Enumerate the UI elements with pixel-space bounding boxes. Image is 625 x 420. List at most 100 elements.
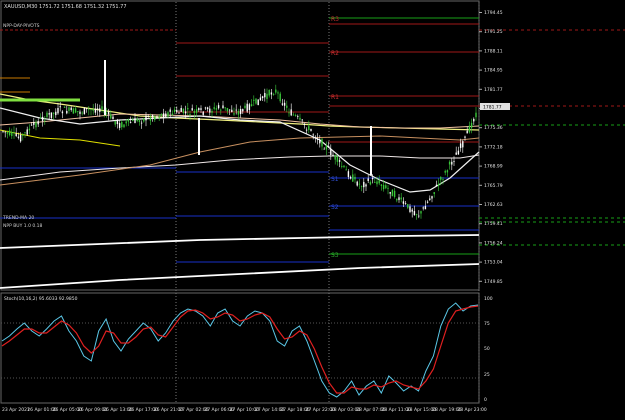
candle-body xyxy=(231,109,233,112)
candle-body xyxy=(209,108,211,113)
candle-body xyxy=(400,197,402,200)
candle-body xyxy=(182,108,185,113)
candle-body xyxy=(288,112,290,114)
candle-body xyxy=(349,176,352,179)
candle-body xyxy=(354,176,356,180)
candle-body xyxy=(418,215,420,217)
candle-body xyxy=(242,109,244,112)
candle-body xyxy=(211,110,213,113)
price-tick-label: 1794.45 xyxy=(484,10,503,16)
candle-body xyxy=(30,124,33,126)
candle-body xyxy=(215,108,218,110)
candle-body xyxy=(107,111,110,115)
candle-body xyxy=(459,143,462,148)
candle-body xyxy=(279,93,281,102)
candle-body xyxy=(358,183,361,185)
candle-body xyxy=(96,108,99,111)
candle-body xyxy=(336,156,339,162)
candle-body xyxy=(217,105,220,109)
candle-body xyxy=(369,182,372,185)
candle-body xyxy=(6,132,9,134)
candle-body xyxy=(147,116,149,117)
pivot-levels xyxy=(0,17,625,263)
candle-body xyxy=(415,214,418,215)
candle-body xyxy=(409,206,411,213)
candle-body xyxy=(371,177,374,180)
candle-body xyxy=(145,115,147,121)
candle-body xyxy=(13,132,15,134)
candle-body xyxy=(191,108,193,111)
price-tick-label: 1749.85 xyxy=(484,279,503,285)
candle-body xyxy=(250,104,253,107)
candle-body xyxy=(341,166,343,167)
candle-body xyxy=(118,123,121,128)
candle-body xyxy=(338,160,341,162)
candle-body xyxy=(466,130,468,134)
candle-body xyxy=(123,124,125,128)
candle-body xyxy=(125,121,127,124)
buy-tag: NPP BUY 1.0 0.18 xyxy=(3,223,43,229)
moving-averages xyxy=(0,93,480,289)
candle-body xyxy=(59,106,61,108)
candle-body xyxy=(380,184,383,186)
candle-body xyxy=(391,189,394,197)
candle-body xyxy=(437,183,440,186)
candle-body xyxy=(404,203,407,205)
candle-body xyxy=(4,131,6,133)
candle-body xyxy=(26,129,28,135)
candle-body xyxy=(303,123,306,126)
candle-body xyxy=(112,116,114,120)
candle-body xyxy=(475,112,477,118)
candle-body xyxy=(473,118,475,122)
chart-window[interactable]: R3 R2 R1 S1 S2 S3 XAUUSD,M30 1751.72 175… xyxy=(0,0,625,416)
candle-body xyxy=(8,130,11,136)
pivot-s2-label: S2 xyxy=(331,204,339,211)
candle-body xyxy=(140,122,143,124)
stoch-level-label: 100 xyxy=(484,296,493,302)
candle-body xyxy=(11,131,13,137)
candle-body xyxy=(19,134,22,142)
candle-body xyxy=(160,113,163,116)
candle-body xyxy=(61,111,64,114)
stoch-level-label: 50 xyxy=(484,346,490,352)
candle-body xyxy=(424,206,427,210)
candle-body xyxy=(158,117,160,118)
candle-body xyxy=(455,152,457,155)
candle-body xyxy=(44,120,46,122)
candle-body xyxy=(363,181,365,188)
candle-body xyxy=(173,109,176,112)
candle-body xyxy=(411,209,413,212)
price-tick-label: 1775.36 xyxy=(484,125,503,131)
candle-body xyxy=(70,107,72,110)
candle-body xyxy=(239,109,242,115)
candle-body xyxy=(385,185,387,189)
candle-body xyxy=(169,109,171,112)
candle-body xyxy=(422,207,424,209)
stoch-level-label: 75 xyxy=(484,321,490,327)
candle-body xyxy=(442,179,444,181)
candle-body xyxy=(387,187,389,189)
candle-body xyxy=(294,115,297,116)
candle-body xyxy=(63,106,66,108)
candle-body xyxy=(2,131,4,132)
chart-canvas[interactable]: R3 R2 R1 S1 S2 S3 XAUUSD,M30 1751.72 175… xyxy=(0,0,625,416)
candle-body xyxy=(85,108,88,110)
candle-body xyxy=(92,109,94,111)
trend-ma-tag: TREND-MA 20 xyxy=(2,215,34,221)
candle-body xyxy=(356,181,358,186)
candle-body xyxy=(138,120,141,123)
candle-body xyxy=(46,112,48,117)
candle-body xyxy=(468,125,471,133)
stoch-main-line xyxy=(1,302,479,398)
candle-body xyxy=(50,112,53,118)
price-tick-label: 1791.25 xyxy=(484,29,503,35)
candle-body xyxy=(365,184,367,187)
candle-body xyxy=(334,155,336,160)
candle-body xyxy=(41,116,44,121)
candle-body xyxy=(453,161,455,162)
candle-body xyxy=(167,112,169,117)
candle-body xyxy=(275,89,277,93)
candle-body xyxy=(272,94,275,95)
candle-body xyxy=(206,107,209,110)
candle-body xyxy=(66,110,68,114)
